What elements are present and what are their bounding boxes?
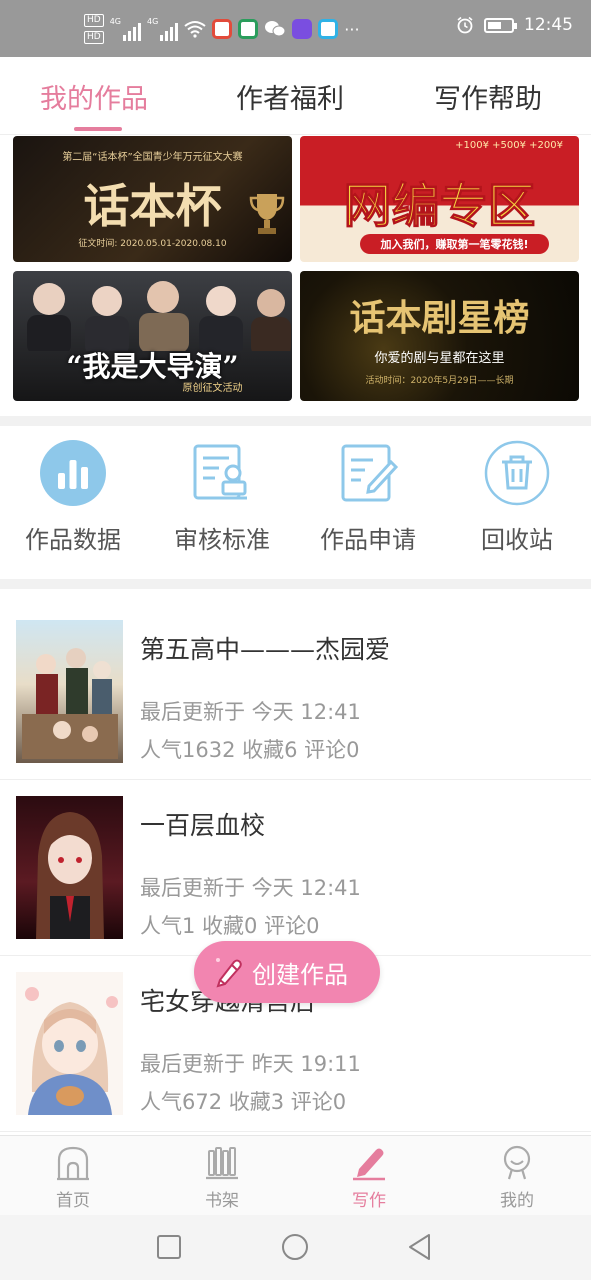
tencent-video-icon — [318, 19, 339, 39]
nav-label: 我的 — [500, 1191, 534, 1211]
work-title: 一百层血校 — [140, 811, 266, 840]
nav-profile[interactable]: 我的 — [477, 1144, 557, 1211]
trophy-icon — [249, 194, 285, 234]
more-notifications: ··· — [344, 19, 360, 39]
hd-label-1: HD — [84, 14, 104, 27]
section-divider — [0, 416, 591, 426]
work-cover-image — [16, 620, 123, 763]
work-stats: 人气1 收藏0 评论0 — [140, 914, 320, 938]
work-updated-time: 最后更新于 昨天 19:11 — [140, 1052, 361, 1076]
trash-icon — [484, 440, 550, 506]
signal-icon-2: 4G — [147, 17, 179, 41]
nav-label: 写作 — [352, 1191, 386, 1211]
app-icon-2 — [238, 19, 259, 39]
tool-review-standard[interactable]: 审核标准 — [152, 440, 292, 555]
network-label-1: 4G — [109, 17, 121, 26]
tab-my-works[interactable]: 我的作品 — [40, 77, 148, 116]
top-tab-bar: 我的作品 作者福利 写作帮助 — [0, 57, 591, 135]
tab-writing-help[interactable]: 写作帮助 — [434, 77, 542, 116]
video-app-icon — [292, 19, 313, 39]
work-cover-image — [16, 972, 123, 1115]
back-button[interactable] — [407, 1233, 433, 1261]
banner-director[interactable]: “我是大导演” 原创征文活动 — [13, 271, 292, 401]
hd-indicator: HD HD — [84, 14, 104, 44]
banner-drama-star-list[interactable]: 话本剧星榜 你爱的剧与星都在这里 活动时间：2020年5月29日——长期 — [300, 271, 579, 401]
system-nav-bar — [0, 1215, 591, 1280]
work-stats: 人气672 收藏3 评论0 — [140, 1090, 347, 1114]
tool-label: 审核标准 — [174, 526, 270, 554]
banner-huaben-cup[interactable]: 第二届“话本杯”全国青少年万元征文大赛 话本杯 征文时间: 2020.05.01… — [13, 136, 292, 262]
bar-chart-icon — [40, 440, 106, 506]
network-label-2: 4G — [147, 17, 159, 26]
alarm-icon — [457, 16, 473, 34]
nav-home[interactable]: 首页 — [33, 1144, 113, 1211]
banner-caption: 活动时间：2020年5月29日——长期 — [365, 376, 514, 386]
section-divider — [0, 579, 591, 589]
status-bar: HD HD 4G 4G ··· 12:45 — [0, 0, 591, 57]
banner-title: 网编专区 — [343, 178, 536, 235]
tab-author-benefits[interactable]: 作者福利 — [236, 77, 344, 116]
banner-subtitle: 第二届“话本杯”全国青少年万元征文大赛 — [62, 152, 243, 163]
work-title: 第五高中———杰园爱 — [140, 635, 391, 664]
hd-label-2: HD — [84, 31, 104, 44]
bookshelf-icon — [182, 1144, 262, 1182]
status-icons-left: HD HD 4G 4G ··· — [84, 14, 360, 44]
home-button[interactable] — [281, 1233, 309, 1261]
work-stats: 人气1632 收藏6 评论0 — [140, 738, 360, 762]
banner-subtitle: 加入我们，赚取第一笔零花钱! — [360, 234, 549, 254]
wifi-icon — [184, 21, 206, 38]
banner-title: 话本剧星榜 — [349, 297, 530, 339]
work-cover-image — [16, 796, 123, 939]
status-icons-right: 12:45 — [456, 15, 573, 35]
tool-recycle-bin[interactable]: 回收站 — [447, 440, 587, 555]
banner-caption: +100¥ +500¥ +200¥ — [455, 140, 563, 151]
recent-apps-button[interactable] — [156, 1234, 182, 1260]
work-item[interactable]: 第五高中———杰园爱 最后更新于 今天 12:41 人气1632 收藏6 评论0 — [0, 604, 591, 780]
wechat-icon — [265, 21, 286, 37]
nav-label: 书架 — [205, 1191, 239, 1211]
tool-works-apply[interactable]: 作品申请 — [298, 440, 438, 555]
create-work-label: 创建作品 — [252, 960, 348, 989]
tool-label: 作品申请 — [320, 526, 416, 554]
work-updated-time: 最后更新于 今天 12:41 — [140, 876, 361, 900]
tool-label: 作品数据 — [25, 526, 121, 554]
battery-fill — [488, 21, 502, 29]
work-updated-time: 最后更新于 今天 12:41 — [140, 700, 361, 724]
tool-label: 回收站 — [481, 526, 553, 554]
pencil-icon — [216, 958, 242, 988]
work-item[interactable]: 一百层血校 最后更新于 今天 12:41 人气1 收藏0 评论0 — [0, 780, 591, 956]
signal-icon: 4G — [110, 17, 141, 41]
banner-subtitle: 你爱的剧与星都在这里 — [374, 351, 505, 366]
celebrity-photos — [27, 281, 291, 351]
clock: 12:45 — [524, 15, 573, 35]
battery-icon — [484, 17, 517, 33]
profile-icon — [477, 1144, 557, 1182]
active-tab-indicator — [74, 127, 122, 131]
nav-write[interactable]: 写作 — [329, 1144, 409, 1211]
home-icon — [33, 1144, 113, 1182]
nav-bookshelf[interactable]: 书架 — [182, 1144, 262, 1211]
nav-label: 首页 — [56, 1191, 90, 1211]
banner-editor-zone[interactable]: +100¥ +500¥ +200¥ 网编专区 加入我们，赚取第一笔零花钱! — [300, 136, 579, 262]
edit-document-icon — [335, 440, 401, 506]
pen-icon — [329, 1144, 409, 1182]
weibo-app-icon — [212, 19, 233, 39]
create-work-button[interactable]: 创建作品 — [194, 941, 380, 1003]
tool-works-data[interactable]: 作品数据 — [3, 440, 143, 555]
bottom-nav: 首页 书架 写作 我的 — [0, 1135, 591, 1215]
banner-caption: 征文时间: 2020.05.01-2020.08.10 — [78, 239, 227, 249]
review-standard-icon — [189, 440, 255, 506]
banner-subtitle: 原创征文活动 — [182, 383, 243, 394]
